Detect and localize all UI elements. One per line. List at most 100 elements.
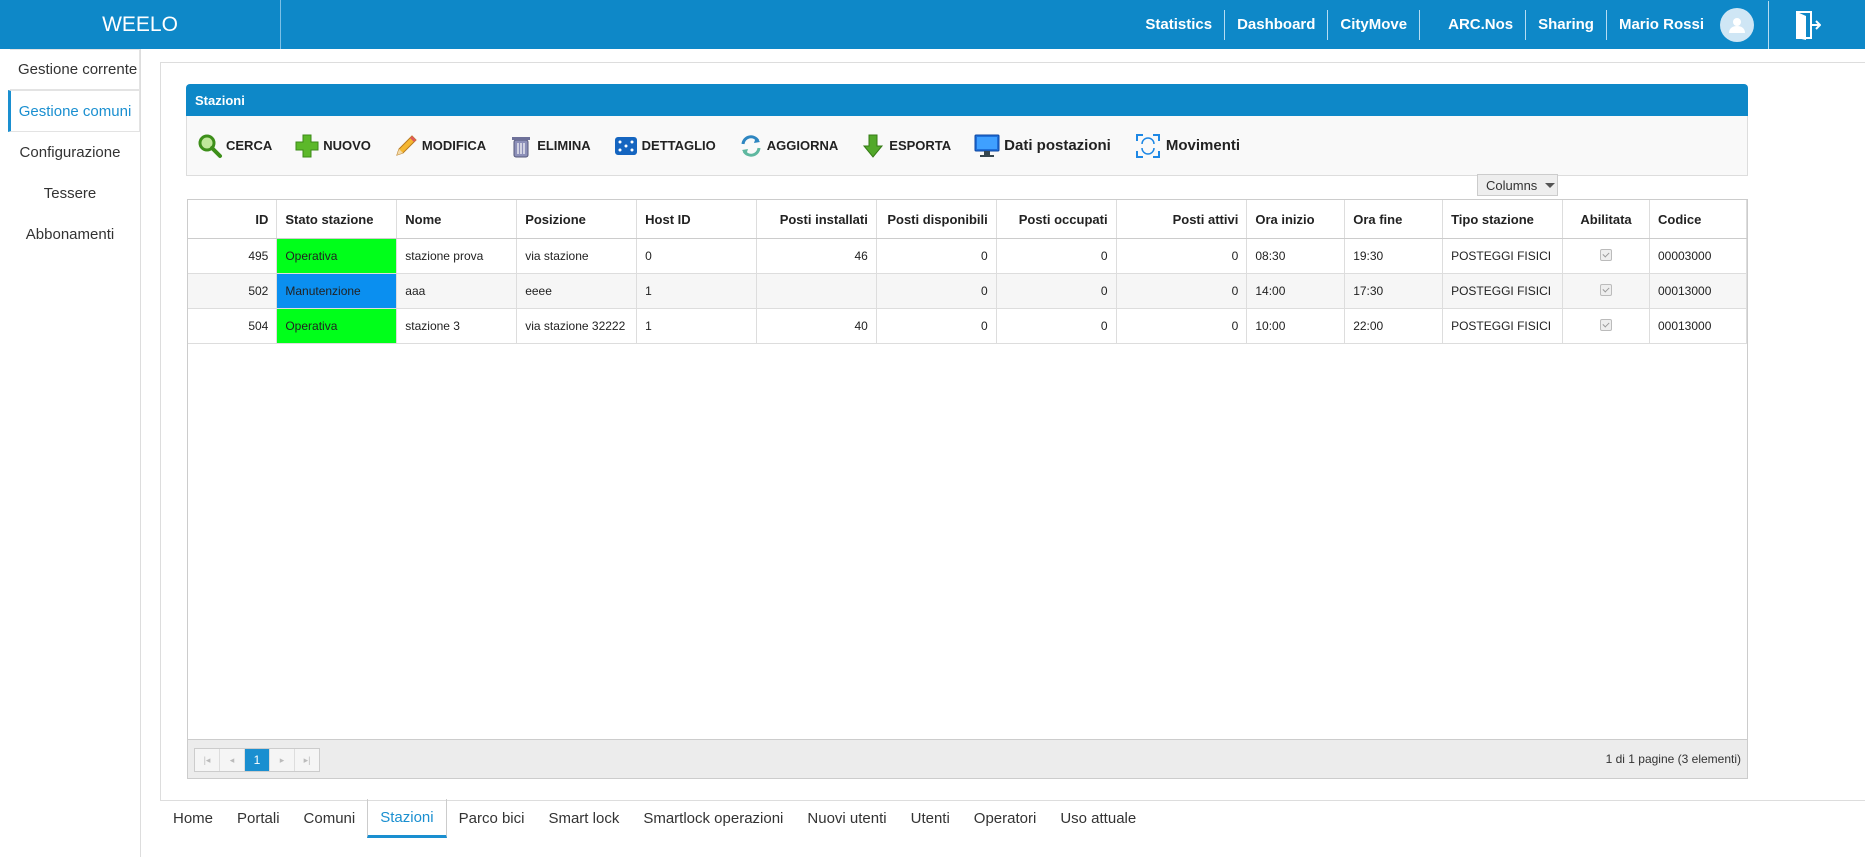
table-cell: 0	[876, 238, 997, 274]
table-cell: 46	[756, 238, 877, 274]
header-posti-disponibili[interactable]: Posti disponibili	[876, 200, 997, 239]
abilitata-checkbox-cell	[1562, 273, 1650, 309]
header-tipo-stazione[interactable]: Tipo stazione	[1442, 200, 1564, 239]
logout-icon[interactable]	[1769, 0, 1865, 49]
columns-label: Columns	[1486, 177, 1538, 193]
tab-home[interactable]: Home	[161, 799, 225, 837]
table-cell: 17:30	[1344, 273, 1444, 309]
top-nav: Statistics Dashboard CityMove ARC.Nos Sh…	[1133, 0, 1865, 49]
detail-icon	[614, 136, 637, 155]
sidebar-item-tessere[interactable]: Tessere	[0, 173, 140, 214]
sidebar: Gestione corrente Gestione comuni Config…	[0, 49, 141, 857]
dati-postazioni-button[interactable]: Dati postazioni	[973, 132, 1111, 160]
panel-title: Stazioni	[186, 84, 1748, 116]
table-cell: 0	[876, 273, 997, 309]
header-codice[interactable]: Codice	[1649, 200, 1748, 239]
user-avatar-icon[interactable]	[1720, 7, 1754, 42]
refresh-icon	[741, 134, 761, 157]
cerca-label: CERCA	[226, 138, 273, 153]
header-stato-stazione[interactable]: Stato stazione	[276, 200, 398, 239]
header-posti-occupati[interactable]: Posti occupati	[996, 200, 1117, 239]
sidebar-item-gestione-corrente[interactable]: Gestione corrente	[10, 49, 140, 90]
pager: |◂ ◂ 1 ▸ ▸| 1 di 1 pagine (3 elementi)	[188, 739, 1747, 778]
tab-smartlock-operazioni[interactable]: Smartlock operazioni	[631, 799, 795, 837]
header-posti-installati[interactable]: Posti installati	[756, 200, 877, 239]
pager-controls: |◂ ◂ 1 ▸ ▸|	[194, 748, 320, 772]
tab-portali[interactable]: Portali	[225, 799, 292, 837]
nav-statistics[interactable]: Statistics	[1133, 9, 1226, 40]
table-row[interactable]: 502 Manutenzione aaa eeee 1 0 0 0 14:00 17:30 POST…	[188, 273, 1748, 309]
dati-postazioni-label: Dati postazioni	[1004, 137, 1111, 154]
table-cell: 00003000	[1649, 238, 1748, 274]
search-icon	[198, 134, 222, 158]
header-ora-inizio[interactable]: Ora inizio	[1246, 200, 1346, 239]
table-cell: 08:30	[1246, 238, 1346, 274]
tab-nuovi-utenti[interactable]: Nuovi utenti	[795, 799, 898, 837]
first-page-icon[interactable]: |◂	[195, 749, 220, 771]
tab-stazioni[interactable]: Stazioni	[367, 799, 447, 838]
header-nome[interactable]: Nome	[396, 200, 518, 239]
toolbar: CERCA NUOVO MODIFICA ELIMINA DETTAGLIO A…	[186, 116, 1748, 176]
top-bar: WEELO Statistics Dashboard CityMove ARC.…	[0, 0, 1865, 49]
sidebar-item-abbonamenti[interactable]: Abbonamenti	[0, 214, 140, 255]
pager-info: 1 di 1 pagine (3 elementi)	[1605, 752, 1741, 766]
header-ora-fine[interactable]: Ora fine	[1344, 200, 1444, 239]
tab-parco-bici[interactable]: Parco bici	[447, 799, 537, 837]
table-cell	[756, 273, 877, 309]
elimina-button[interactable]: ELIMINA	[508, 133, 591, 159]
header-host-id[interactable]: Host ID	[636, 200, 757, 239]
header-posizione[interactable]: Posizione	[516, 200, 638, 239]
user-name[interactable]: Mario Rossi	[1607, 10, 1716, 40]
tab-uso-attuale[interactable]: Uso attuale	[1048, 799, 1148, 837]
columns-button[interactable]: Columns	[1477, 174, 1558, 196]
bottom-tabs: Home Portali Comuni Stazioni Parco bici Smart…	[161, 799, 1148, 838]
table-row[interactable]: 495 Operativa stazione prova via stazione 0 4…	[188, 238, 1748, 274]
movimenti-button[interactable]: Movimenti	[1133, 131, 1240, 161]
dettaglio-button[interactable]: DETTAGLIO	[613, 133, 716, 159]
tab-operatori[interactable]: Operatori	[962, 799, 1049, 837]
table-cell: aaa	[396, 273, 518, 309]
nav-dashboard[interactable]: Dashboard	[1225, 9, 1329, 40]
table-cell: stazione 3	[396, 308, 518, 344]
abilitata-checkbox-cell	[1562, 238, 1650, 274]
table-row[interactable]: 504 Operativa stazione 3 via stazione 32222…	[188, 308, 1748, 344]
last-page-icon[interactable]: ▸|	[295, 749, 319, 771]
cerca-button[interactable]: CERCA	[197, 133, 272, 159]
nav-arcnos[interactable]: ARC.Nos	[1436, 9, 1527, 40]
sidebar-item-gestione-comuni[interactable]: Gestione comuni	[8, 90, 140, 132]
trash-icon	[512, 136, 531, 157]
nav-citymove[interactable]: CityMove	[1328, 9, 1421, 40]
app-brand[interactable]: WEELO	[0, 0, 281, 49]
table-cell: 19:30	[1344, 238, 1444, 274]
table-cell: via stazione 32222	[516, 308, 638, 344]
movimenti-label: Movimenti	[1165, 137, 1241, 154]
checkbox	[1600, 248, 1613, 261]
table-cell: 00013000	[1649, 308, 1748, 344]
table-cell: POSTEGGI FISICI	[1442, 273, 1564, 309]
status-cell: Manutenzione	[276, 273, 398, 309]
sidebar-item-configurazione[interactable]: Configurazione	[0, 132, 140, 173]
header-id[interactable]: ID	[188, 200, 278, 239]
checkbox	[1600, 283, 1613, 296]
header-posti-attivi[interactable]: Posti attivi	[1116, 200, 1248, 239]
tab-comuni[interactable]: Comuni	[292, 799, 368, 837]
stazioni-panel: Stazioni CERCA NUOVO MODIFICA ELIMINA DE…	[186, 84, 1748, 176]
table-cell: 502	[188, 273, 278, 309]
tab-smart-lock[interactable]: Smart lock	[536, 799, 631, 837]
table-cell: 1	[636, 308, 757, 344]
checkbox	[1600, 318, 1613, 331]
table-cell: 40	[756, 308, 877, 344]
esporta-button[interactable]: ESPORTA	[860, 133, 951, 159]
tab-utenti[interactable]: Utenti	[899, 799, 962, 837]
monitor-icon	[974, 134, 1000, 157]
aggiorna-button[interactable]: AGGIORNA	[738, 133, 838, 159]
nuovo-button[interactable]: NUOVO	[294, 133, 371, 159]
modifica-button[interactable]: MODIFICA	[393, 133, 486, 159]
next-page-icon[interactable]: ▸	[270, 749, 295, 771]
dettaglio-label: DETTAGLIO	[641, 138, 716, 153]
table-cell: 0	[996, 273, 1117, 309]
nav-sharing[interactable]: Sharing	[1526, 9, 1607, 40]
prev-page-icon[interactable]: ◂	[220, 749, 245, 771]
header-abilitata[interactable]: Abilitata	[1562, 200, 1650, 239]
page-button-current[interactable]: 1	[245, 749, 270, 771]
